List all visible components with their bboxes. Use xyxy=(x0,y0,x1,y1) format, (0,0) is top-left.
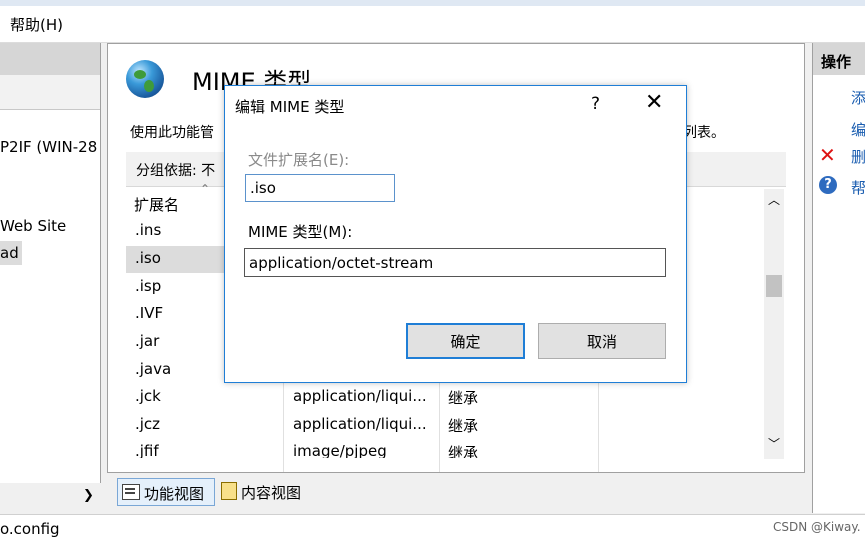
cell-extension: .isp xyxy=(135,277,162,295)
ok-button[interactable]: 确定 xyxy=(406,323,525,359)
status-text: o.config xyxy=(0,520,60,538)
action-help[interactable]: 帮 xyxy=(851,177,865,198)
page-description: 使用此功能管 xyxy=(130,125,214,141)
cell-extension: .jar xyxy=(135,332,160,350)
actions-pane: 操作 添 编 ✕ 删 ? 帮 xyxy=(812,43,865,513)
connections-header xyxy=(0,43,100,75)
cell-extension: .IVF xyxy=(135,304,164,322)
action-add[interactable]: 添 xyxy=(851,87,865,108)
page-description-end: 列表。 xyxy=(683,125,725,141)
help-icon[interactable]: ? xyxy=(591,94,600,114)
cell-mime-type: image/pjpeg xyxy=(293,442,387,458)
mime-type-label: MIME 类型(M): xyxy=(248,223,353,241)
cell-extension: .jcz xyxy=(135,415,161,433)
cell-entry-type: 继承 xyxy=(448,389,479,407)
scroll-down-arrow-icon[interactable]: ﹀ xyxy=(768,435,780,452)
table-row[interactable]: .jck application/liqui... 继承 xyxy=(126,384,771,411)
red-x-icon: ✕ xyxy=(819,143,836,167)
cell-mime-type: application/liqui... xyxy=(293,415,427,433)
group-by-label[interactable]: 分组依据: 不 xyxy=(136,160,215,180)
actions-header: 操作 xyxy=(813,43,865,75)
content-view-icon xyxy=(221,482,237,500)
cell-extension: .jfif xyxy=(135,442,159,458)
column-divider xyxy=(283,374,284,472)
edit-mime-dialog: 编辑 MIME 类型 ? ✕ 文件扩展名(E): MIME 类型(M): 确定 … xyxy=(224,85,687,383)
cell-extension: .iso xyxy=(135,249,161,267)
extension-field[interactable] xyxy=(245,174,395,202)
menu-help[interactable]: 帮助(H) xyxy=(10,14,63,35)
cell-extension: .ins xyxy=(135,221,162,239)
cell-extension: .java xyxy=(135,360,172,378)
connections-pane: P2IF (WIN-28 Web Site ad xyxy=(0,43,101,483)
view-switcher: 功能视图 内容视图 xyxy=(107,476,507,508)
action-remove[interactable]: 删 xyxy=(851,146,865,167)
table-row[interactable]: .jfif image/pjpeg 继承 xyxy=(126,439,771,458)
feature-view-icon xyxy=(122,484,140,500)
table-row[interactable]: .jcz application/liqui... 继承 xyxy=(126,412,771,439)
feature-view-label: 功能视图 xyxy=(144,485,205,503)
feature-view-button[interactable]: 功能视图 xyxy=(117,478,215,506)
list-vscroll[interactable]: ︿ ﹀ xyxy=(764,189,784,459)
cell-entry-type: 继承 xyxy=(448,417,479,435)
cell-entry-type: 继承 xyxy=(448,444,479,458)
scroll-right-arrow-icon[interactable]: ❯ xyxy=(83,488,94,503)
connections-toolbar xyxy=(0,75,100,110)
cancel-button[interactable]: 取消 xyxy=(538,323,666,359)
title-strip xyxy=(0,0,865,6)
sort-ascending-icon: ⌃ xyxy=(200,182,211,196)
content-view-button[interactable]: 内容视图 xyxy=(219,478,319,504)
tree-item-server[interactable]: P2IF (WIN-28 xyxy=(0,138,97,156)
mime-type-field[interactable] xyxy=(244,248,666,277)
tree-item-app[interactable]: ad xyxy=(0,244,19,262)
scroll-thumb[interactable] xyxy=(766,275,782,297)
content-view-label: 内容视图 xyxy=(241,484,302,502)
globe-icon xyxy=(126,60,164,98)
close-icon[interactable]: ✕ xyxy=(645,90,663,115)
actions-title: 操作 xyxy=(821,53,852,71)
scroll-up-arrow-icon[interactable]: ︿ xyxy=(768,191,780,208)
cell-mime-type: application/liqui... xyxy=(293,387,427,405)
tree-item-site[interactable]: Web Site xyxy=(0,217,66,235)
question-circle-icon: ? xyxy=(819,176,837,194)
cell-extension: .jck xyxy=(135,387,161,405)
action-edit[interactable]: 编 xyxy=(851,119,865,140)
watermark: CSDN @Kiway. xyxy=(773,520,861,534)
dialog-title: 编辑 MIME 类型 xyxy=(235,98,345,116)
column-divider xyxy=(598,374,599,472)
extension-label: 文件扩展名(E): xyxy=(248,151,350,169)
column-header-label: 扩展名 xyxy=(134,196,180,214)
column-divider xyxy=(439,374,440,472)
menu-bar: 帮助(H) xyxy=(0,0,865,43)
status-bar: o.config xyxy=(0,514,865,545)
